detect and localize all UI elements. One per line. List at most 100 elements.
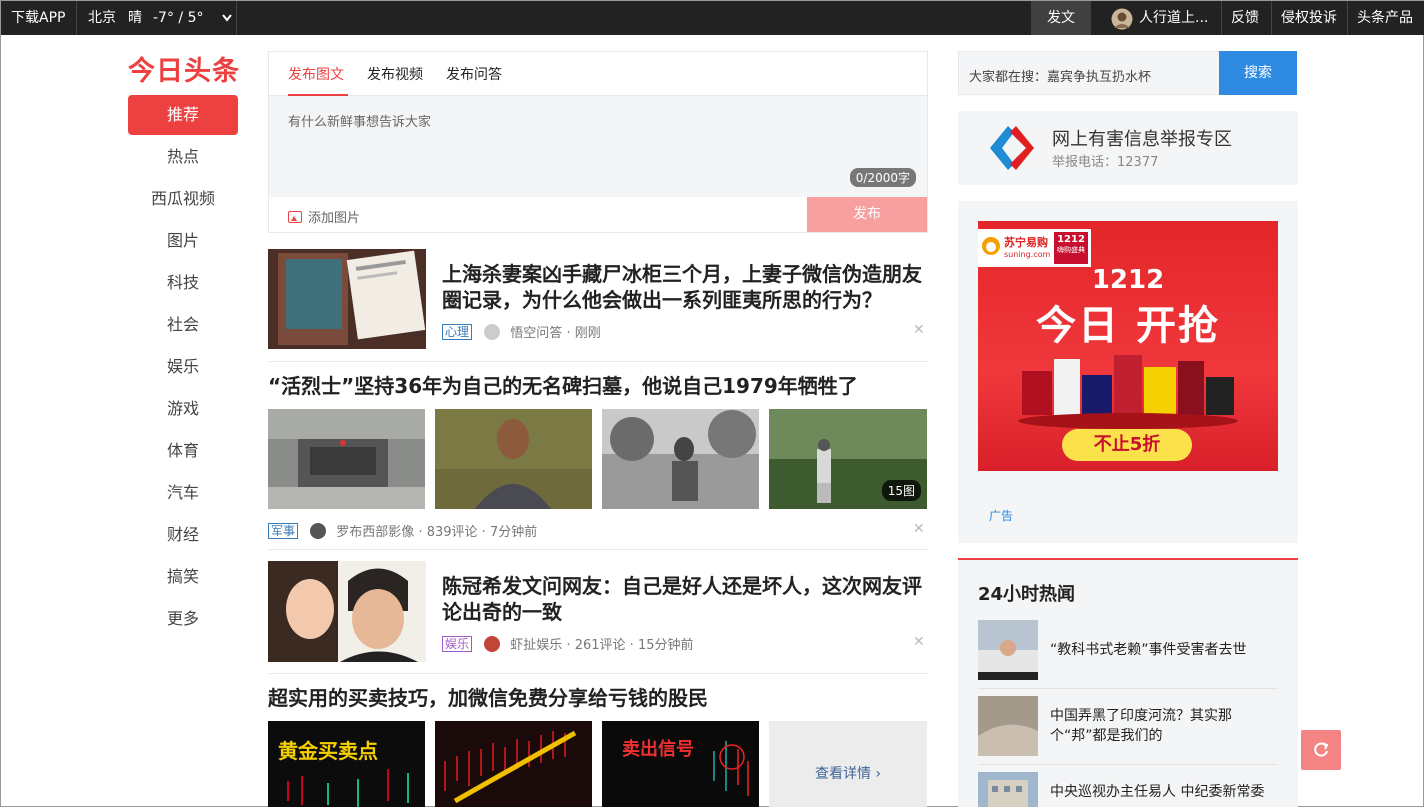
hot-news-thumbnail: [978, 772, 1038, 807]
username-link[interactable]: 人行道上...: [1139, 1, 1208, 35]
view-more-link[interactable]: 查看详情 ›: [769, 721, 927, 807]
nav-item-recommend[interactable]: 推荐: [128, 95, 238, 135]
nav-item-tech[interactable]: 科技: [128, 263, 238, 303]
nav-item-finance[interactable]: 财经: [128, 515, 238, 555]
divider: [1347, 1, 1348, 35]
nav-item-society[interactable]: 社会: [128, 305, 238, 345]
tab-publish-video[interactable]: 发布视频: [367, 64, 423, 84]
chevron-right-icon: ›: [875, 766, 882, 782]
thumb-text: 黄金买卖点: [278, 739, 378, 763]
hot-news-box: 24小时热闻 “教科书式老赖”事件受害者去世 中国弄黑了印度河流？其实那个“邦”…: [958, 558, 1298, 807]
advertisement-image[interactable]: 苏宁易购 suning.com 1212 嗨购盛典 1212 今日 开抢 不止5…: [978, 221, 1278, 471]
lion-logo-icon: [982, 237, 1000, 255]
dislike-close-icon[interactable]: ✕: [913, 521, 925, 537]
feed-item-2-image-4[interactable]: 15图: [769, 409, 927, 509]
category-tag[interactable]: 军事: [268, 523, 299, 539]
nav-item-funny[interactable]: 搞笑: [128, 557, 238, 597]
source-avatar[interactable]: [310, 523, 327, 539]
source-avatar[interactable]: [484, 636, 501, 652]
hot-news-item[interactable]: 中国弄黑了印度河流？其实那个“邦”都是我们的: [978, 696, 1278, 756]
add-image-button[interactable]: 添加图片: [288, 207, 360, 226]
nav-item-hot[interactable]: 热点: [128, 137, 238, 177]
feed-item-1-title[interactable]: 上海杀妻案凶手藏尸冰柜三个月，上妻子微信伪造朋友圈记录，为什么他会做出一系列匪夷…: [442, 261, 928, 313]
hot-news-thumbnail: [978, 620, 1038, 680]
publish-time: 15分钟前: [637, 638, 694, 653]
view-more-label: 查看详情: [814, 766, 871, 782]
feed-item-3-thumbnail[interactable]: [268, 561, 426, 662]
nav-item-sports[interactable]: 体育: [128, 431, 238, 471]
image-count-badge: 15图: [881, 480, 921, 501]
source-name[interactable]: 罗布西部影像: [336, 525, 414, 540]
nav-item-images[interactable]: 图片: [128, 221, 238, 261]
image-icon: [288, 211, 302, 223]
hot-news-item[interactable]: 中央巡视办主任易人 中纪委新常委: [978, 772, 1278, 807]
advertisement-box: 苏宁易购 suning.com 1212 嗨购盛典 1212 今日 开抢 不止5…: [958, 201, 1298, 543]
divider: [1221, 1, 1222, 35]
feed-item-1-thumbnail[interactable]: [268, 249, 426, 349]
dislike-close-icon[interactable]: ✕: [913, 634, 925, 650]
feedback-link[interactable]: 反馈: [1231, 1, 1259, 35]
divider: [1271, 1, 1272, 35]
feed-divider: [268, 549, 928, 550]
ad-discount-button: 不止5折: [1062, 429, 1192, 461]
comment-count[interactable]: 839评论: [427, 525, 478, 540]
source-name[interactable]: 悟空问答: [510, 326, 562, 341]
nav-item-entertainment[interactable]: 娱乐: [128, 347, 238, 387]
feed-item-4-title[interactable]: 超实用的买卖技巧，加微信免费分享给亏钱的股民: [268, 685, 928, 711]
complaint-link[interactable]: 侵权投诉: [1281, 1, 1337, 35]
feed-item-1-meta: 心理 悟空问答 · 刚刚: [442, 322, 601, 341]
feed-item-2-image-2[interactable]: [435, 409, 592, 509]
feed-item-2-title[interactable]: “活烈士”坚持36年为自己的无名碑扫墓，他说自己1979年牺牲了: [268, 373, 928, 399]
feed-item-2-image-1[interactable]: [268, 409, 425, 509]
feed-divider: [268, 673, 928, 674]
publish-submit-button[interactable]: 发布: [807, 197, 927, 232]
publish-article-button[interactable]: 发文: [1031, 1, 1091, 35]
category-tag[interactable]: 娱乐: [442, 636, 473, 652]
divider: [236, 1, 237, 35]
ad-label: 广告: [989, 509, 1014, 523]
feed-item-4-image-2[interactable]: [435, 721, 592, 807]
feed-item-3-title[interactable]: 陈冠希发文问网友：自己是好人还是坏人，这次网友评论出奇的一致: [442, 573, 928, 625]
nav-item-auto[interactable]: 汽车: [128, 473, 238, 513]
add-image-label: 添加图片: [308, 211, 361, 226]
publish-box: 发布图文 发布视频 发布问答 有什么新鲜事想告诉大家 0/2000字 添加图片 …: [268, 51, 928, 233]
products-link[interactable]: 头条产品: [1357, 1, 1413, 35]
ad-product-boxes: [1018, 355, 1238, 429]
report-logo-icon: [990, 126, 1034, 170]
ad-event-badge: 1212 嗨购盛典: [1054, 232, 1088, 264]
hot-news-title: 24小时热闻: [978, 584, 1076, 605]
download-app-link[interactable]: 下载APP: [11, 1, 65, 35]
feed-item-2-image-3[interactable]: [602, 409, 759, 509]
char-counter: 0/2000字: [849, 168, 916, 187]
refresh-icon: [1314, 742, 1329, 757]
site-logo[interactable]: 今日头条: [128, 49, 240, 88]
hot-news-item[interactable]: “教科书式老赖”事件受害者去世: [978, 620, 1278, 680]
dislike-close-icon[interactable]: ✕: [913, 322, 925, 338]
avatar[interactable]: [1111, 8, 1133, 30]
chevron-down-icon[interactable]: [221, 1, 233, 35]
thumb-text: 卖出信号: [622, 739, 694, 760]
feed-item-4-image-1[interactable]: 黄金买卖点: [268, 721, 425, 807]
tab-publish-article[interactable]: 发布图文: [288, 64, 344, 84]
city-label[interactable]: 北京: [88, 1, 116, 35]
refresh-button[interactable]: [1301, 730, 1341, 770]
feed-item-4-image-3[interactable]: 卖出信号: [602, 721, 759, 807]
publish-tabs: 发布图文 发布视频 发布问答: [269, 52, 927, 96]
tab-publish-qa[interactable]: 发布问答: [446, 64, 502, 84]
divider: [76, 1, 77, 35]
ad-brand-banner: 苏宁易购 suning.com 1212 嗨购盛典: [978, 229, 1091, 267]
source-name[interactable]: 虾扯娱乐: [510, 638, 562, 653]
comment-count[interactable]: 261评论: [575, 638, 626, 653]
report-banner[interactable]: 网上有害信息举报专区 举报电话：12377: [958, 111, 1298, 185]
search-input[interactable]: 大家都在搜：嘉宾争执互扔水杯: [958, 51, 1219, 95]
nav-item-games[interactable]: 游戏: [128, 389, 238, 429]
search-button[interactable]: 搜索: [1219, 51, 1297, 95]
publish-textarea[interactable]: 有什么新鲜事想告诉大家 0/2000字: [269, 96, 927, 197]
category-tag[interactable]: 心理: [442, 324, 473, 340]
nav-item-xigua-video[interactable]: 西瓜视频: [128, 179, 238, 219]
nav-item-more[interactable]: 更多: [128, 599, 238, 639]
ad-brand: 苏宁易购: [1004, 236, 1048, 249]
publish-time: 7分钟前: [489, 525, 538, 540]
ad-headline-number: 1212: [1091, 265, 1165, 295]
source-avatar[interactable]: [484, 324, 501, 340]
